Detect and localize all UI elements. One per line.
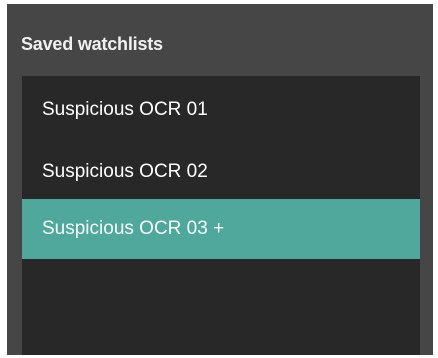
saved-watchlists-panel: Saved watchlists Suspicious OCR 01 Suspi… xyxy=(7,4,433,355)
panel-title: Saved watchlists xyxy=(21,34,163,54)
watchlist-list: Suspicious OCR 01 Suspicious OCR 02 Susp… xyxy=(22,76,420,355)
list-item-watchlist-01[interactable]: Suspicious OCR 01 xyxy=(22,80,420,140)
list-item-watchlist-02[interactable]: Suspicious OCR 02 xyxy=(22,142,420,202)
list-item-watchlist-03-selected[interactable]: Suspicious OCR 03 + xyxy=(22,199,420,259)
